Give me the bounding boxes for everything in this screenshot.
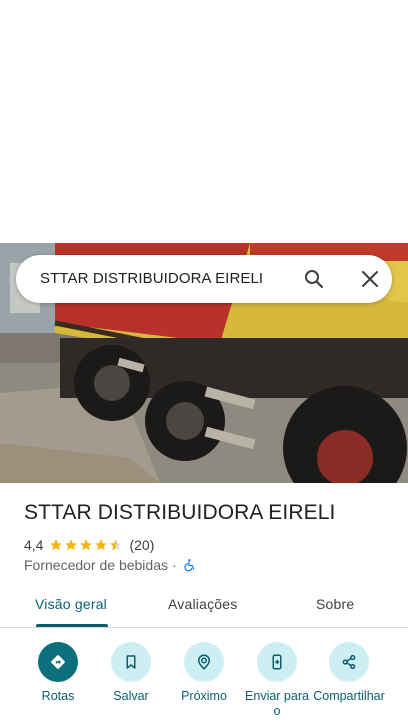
share-icon [329, 642, 369, 682]
star-icon [50, 539, 63, 551]
rating-row[interactable]: 4,4 (20) [24, 536, 154, 554]
review-count[interactable]: (20) [129, 537, 154, 553]
separator-dot: · [172, 557, 177, 573]
share-label: Compartilhar [313, 689, 385, 703]
close-icon[interactable] [358, 267, 382, 291]
tab-reviews[interactable]: Avaliações [168, 596, 237, 612]
place-title: STTAR DISTRIBUIDORA EIRELI [24, 501, 336, 524]
nearby-button[interactable]: Próximo [168, 642, 240, 704]
save-button[interactable]: Salvar [95, 642, 167, 704]
place-category: Fornecedor de bebidas [24, 557, 168, 573]
search-bar[interactable]: STTAR DISTRIBUIDORA EIRELI [16, 255, 392, 303]
send-to-phone-button[interactable]: Enviar para o [241, 642, 313, 719]
search-icon[interactable] [302, 267, 326, 291]
save-label: Salvar [113, 689, 149, 703]
share-button[interactable]: Compartilhar [313, 642, 385, 704]
tabs-divider [0, 627, 408, 628]
star-icon [95, 539, 108, 551]
half-star-icon [110, 539, 123, 551]
star-rating [49, 538, 123, 552]
directions-label: Rotas [41, 689, 75, 703]
tab-about[interactable]: Sobre [316, 596, 354, 612]
send-to-phone-icon [257, 642, 297, 682]
wheelchair-icon [184, 559, 194, 572]
bookmark-icon [111, 642, 151, 682]
nearby-label: Próximo [181, 689, 227, 703]
tab-bar: Visão geral Avaliações Sobre [0, 584, 408, 628]
search-query-text[interactable]: STTAR DISTRIBUIDORA EIRELI [40, 270, 263, 287]
nearby-icon [184, 642, 224, 682]
rating-value: 4,4 [24, 537, 44, 553]
tab-overview[interactable]: Visão geral [35, 596, 107, 612]
category-row: Fornecedor de bebidas · [24, 556, 197, 574]
star-icon [65, 539, 78, 551]
star-icon [80, 539, 93, 551]
directions-icon [38, 642, 78, 682]
send-to-phone-label: Enviar para o [245, 689, 309, 718]
directions-button[interactable]: Rotas [22, 642, 94, 704]
